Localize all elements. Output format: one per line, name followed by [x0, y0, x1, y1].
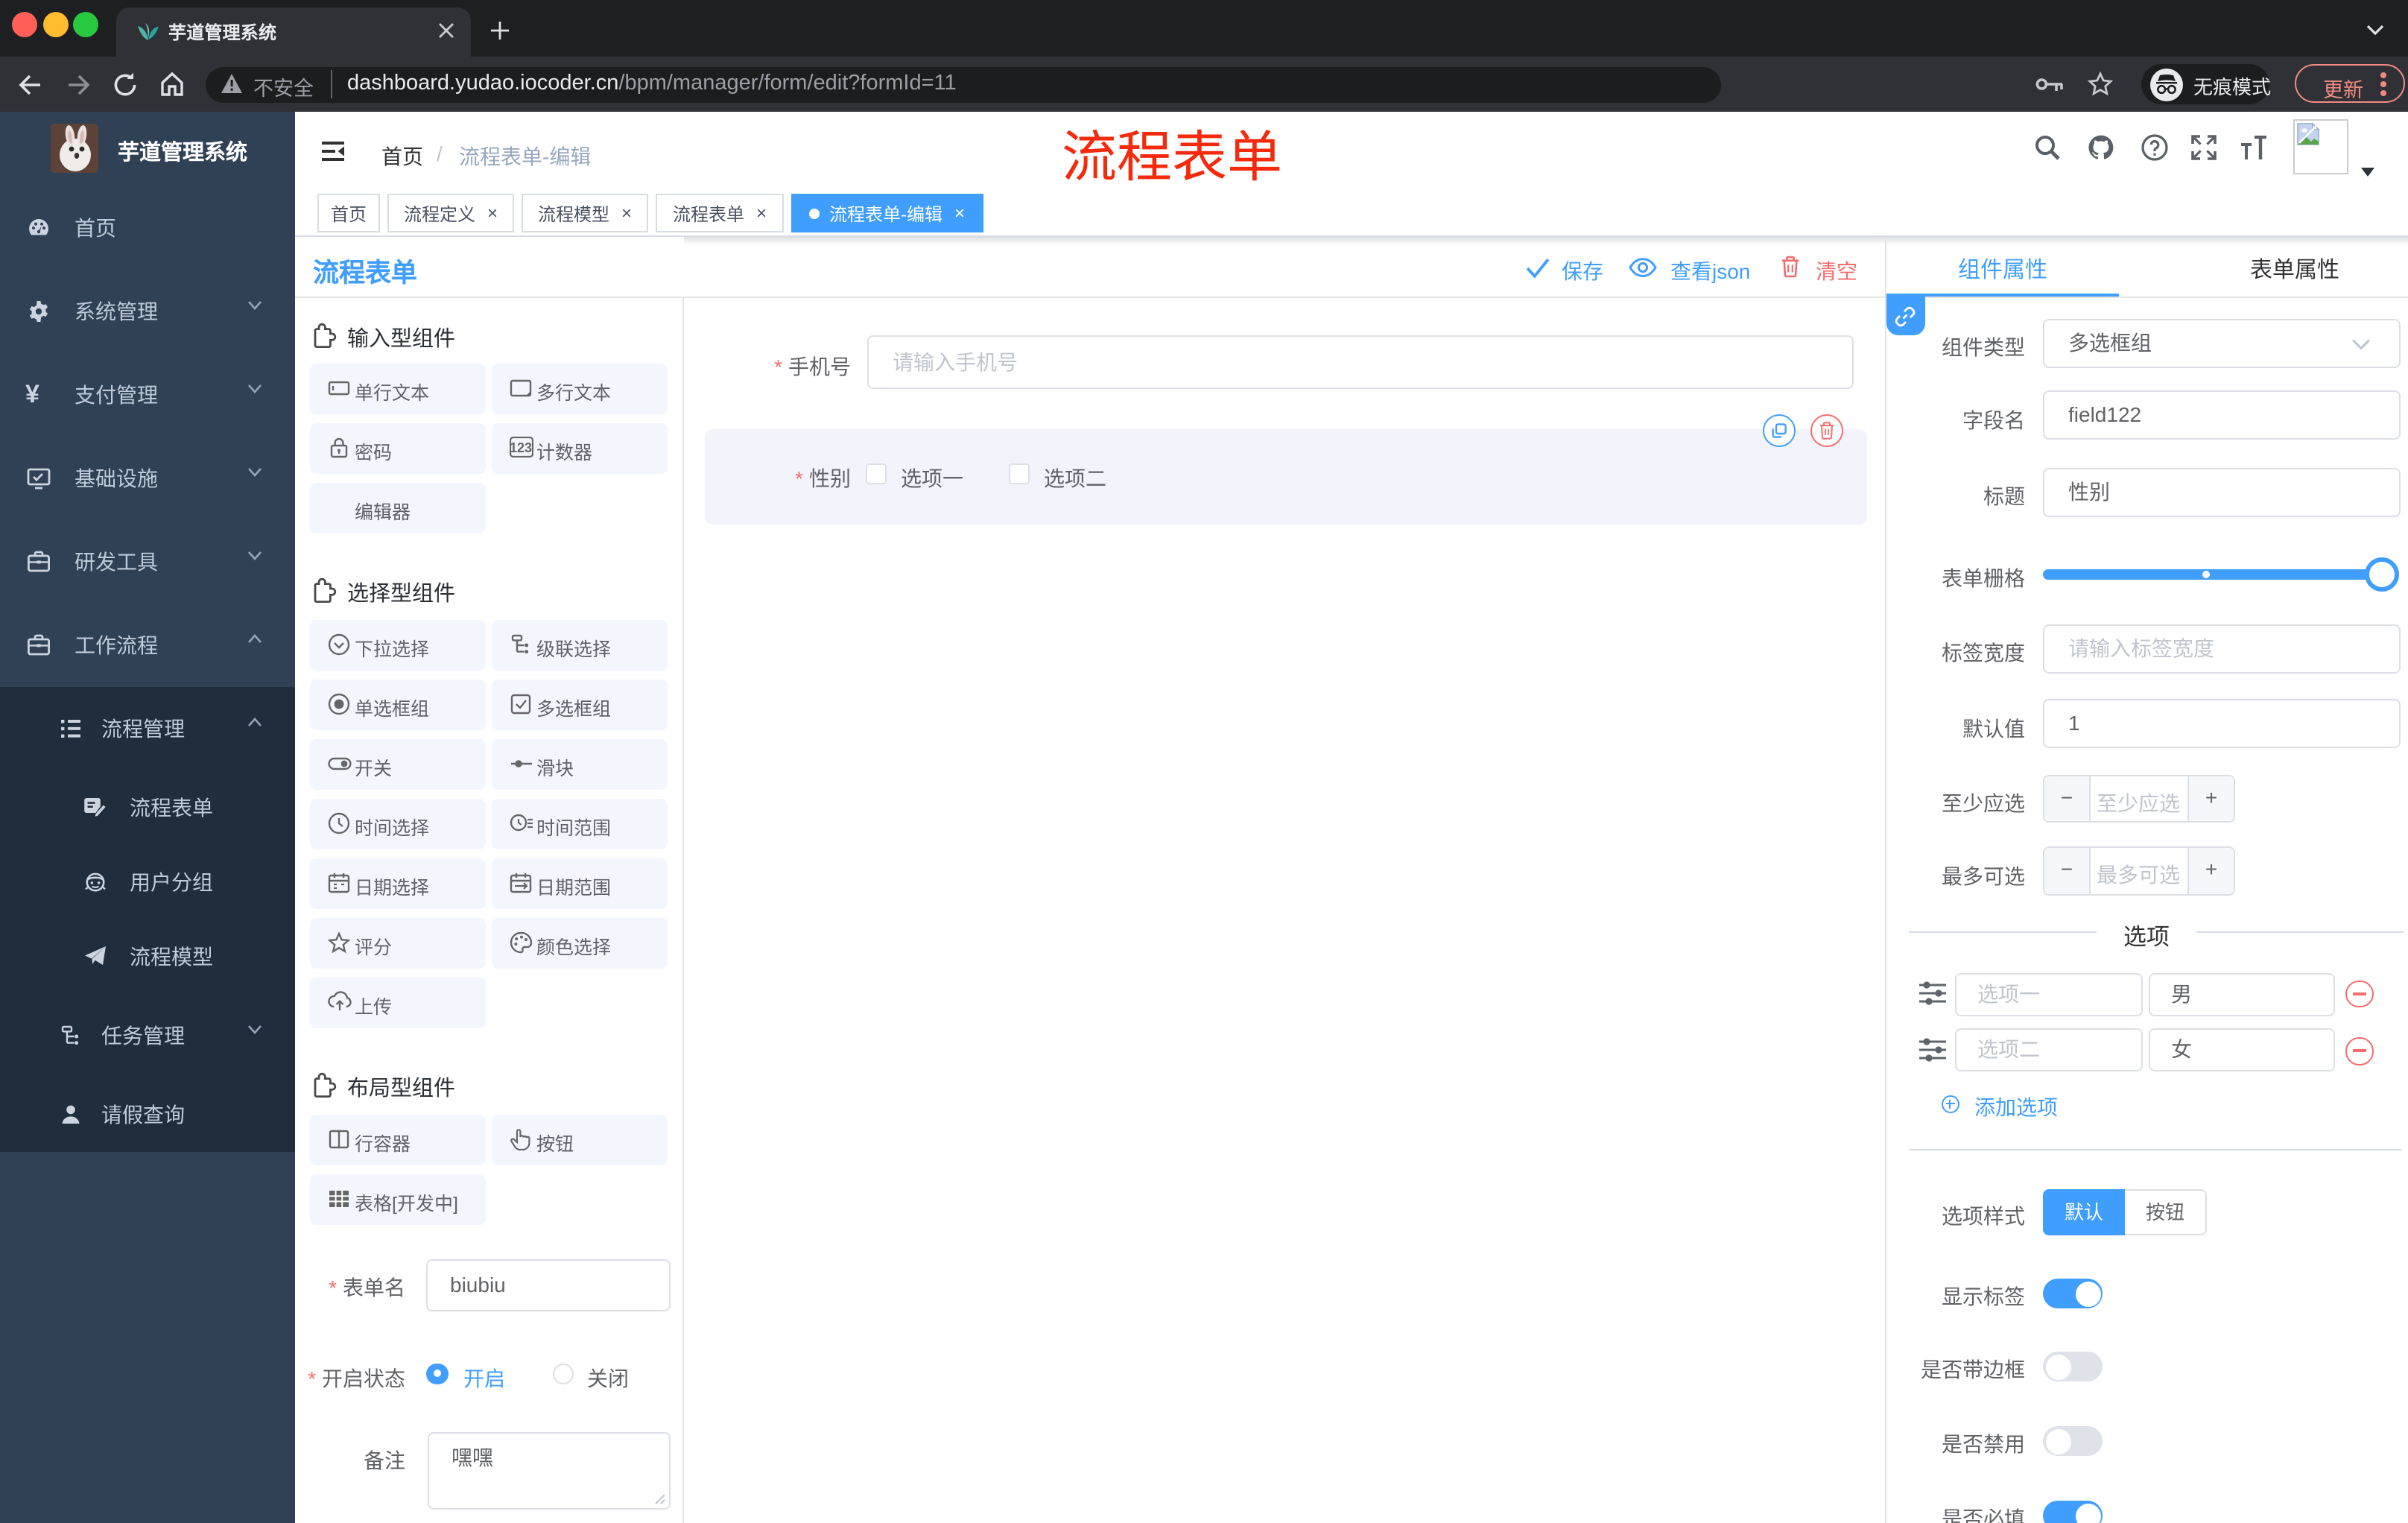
svg-text:123: 123 — [510, 440, 532, 455]
